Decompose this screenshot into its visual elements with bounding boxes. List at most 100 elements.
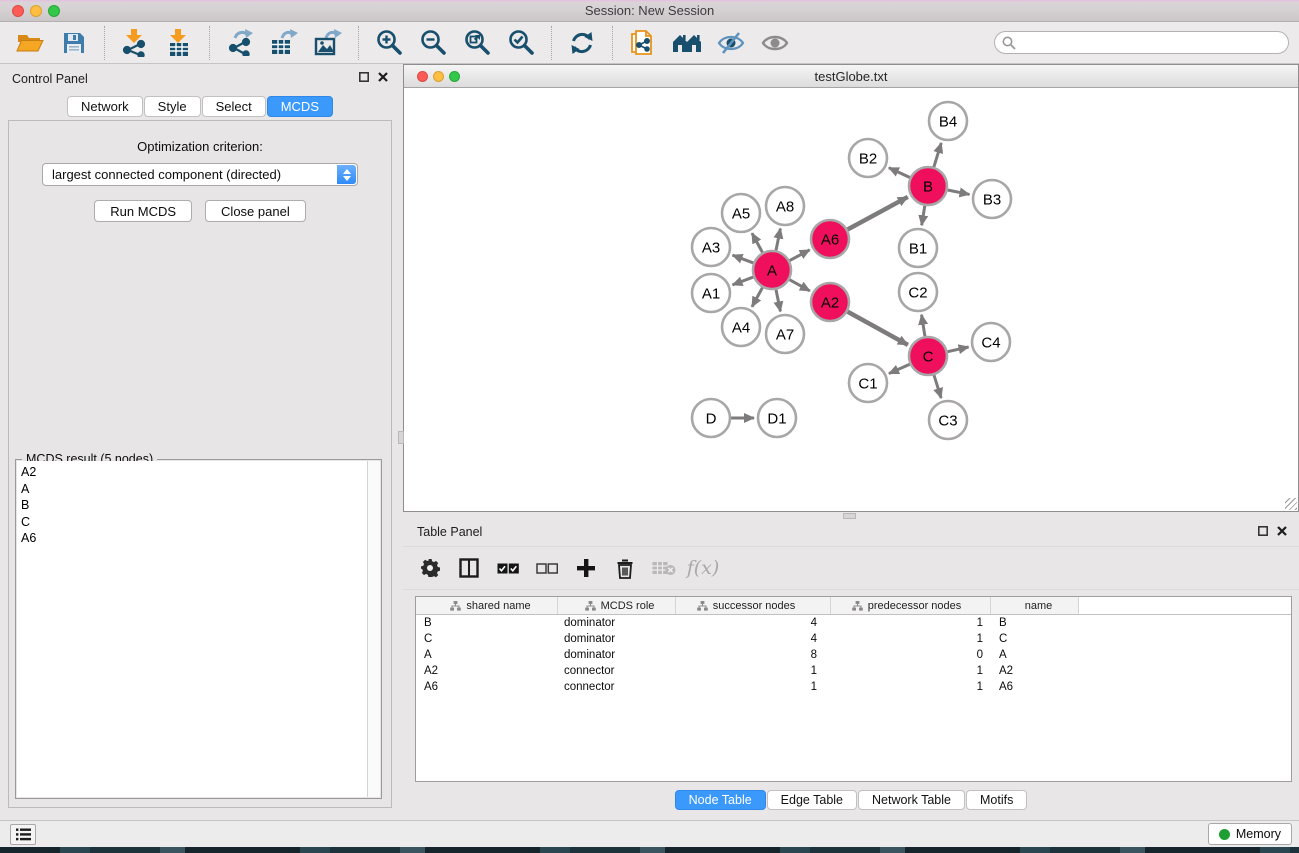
edge-C-C2[interactable] bbox=[922, 315, 925, 337]
table-tab-edge-table[interactable]: Edge Table bbox=[767, 790, 857, 810]
node-C2[interactable]: C2 bbox=[899, 273, 937, 311]
table-cell[interactable]: 4 bbox=[676, 633, 831, 645]
network-window-titlebar[interactable]: testGlobe.txt bbox=[404, 65, 1298, 88]
node-A7[interactable]: A7 bbox=[766, 315, 804, 353]
table-cell[interactable]: 0 bbox=[831, 649, 991, 661]
delete-column-button[interactable] bbox=[610, 553, 640, 583]
save-session-button[interactable] bbox=[57, 26, 91, 60]
table-cell[interactable]: B bbox=[416, 617, 558, 629]
table-cell[interactable]: dominator bbox=[558, 649, 676, 661]
table-cell[interactable]: B bbox=[991, 617, 1079, 629]
mcds-result-item[interactable]: C bbox=[21, 514, 367, 531]
new-session-from-network-button[interactable] bbox=[626, 26, 660, 60]
edge-A2-C[interactable] bbox=[848, 312, 908, 345]
hide-graphics-details-button[interactable] bbox=[714, 26, 748, 60]
table-tab-motifs[interactable]: Motifs bbox=[966, 790, 1027, 810]
memory-button[interactable]: Memory bbox=[1208, 823, 1292, 845]
column-header-predecessor-nodes[interactable]: predecessor nodes bbox=[831, 597, 991, 614]
unselect-all-button[interactable] bbox=[532, 553, 562, 583]
table-cell[interactable]: A6 bbox=[991, 681, 1079, 693]
edge-B-B2[interactable] bbox=[889, 168, 910, 178]
node-B[interactable]: B bbox=[909, 167, 947, 205]
table-row[interactable]: Bdominator41B bbox=[416, 615, 1291, 631]
table-cell[interactable]: A2 bbox=[416, 665, 558, 677]
table-tab-node-table[interactable]: Node Table bbox=[675, 790, 766, 810]
edge-B-B3[interactable] bbox=[948, 190, 970, 194]
close-panel-icon[interactable] bbox=[378, 72, 388, 82]
node-A1[interactable]: A1 bbox=[692, 274, 730, 312]
optimization-criterion-select[interactable]: largest connected component (directed) bbox=[42, 163, 358, 186]
zoom-fit-button[interactable] bbox=[460, 26, 494, 60]
export-network-button[interactable] bbox=[223, 26, 257, 60]
edge-A-A8[interactable] bbox=[776, 229, 780, 251]
node-A6[interactable]: A6 bbox=[811, 220, 849, 258]
table-cell[interactable]: 4 bbox=[676, 617, 831, 629]
node-C1[interactable]: C1 bbox=[849, 364, 887, 402]
edge-B-B1[interactable] bbox=[922, 206, 925, 226]
table-cell[interactable]: A bbox=[991, 649, 1079, 661]
table-cell[interactable]: 1 bbox=[676, 665, 831, 677]
node-D1[interactable]: D1 bbox=[758, 399, 796, 437]
zoom-selected-button[interactable] bbox=[504, 26, 538, 60]
edge-B-B4[interactable] bbox=[934, 143, 941, 167]
node-C[interactable]: C bbox=[909, 337, 947, 375]
close-table-panel-icon[interactable] bbox=[1277, 526, 1287, 536]
node-A4[interactable]: A4 bbox=[722, 308, 760, 346]
network-canvas[interactable]: B4B2BB3A8A5A6A3B1AC2A1A2A4A7C4CC1DD1C3 bbox=[404, 88, 1298, 511]
tab-mcds[interactable]: MCDS bbox=[267, 96, 333, 117]
table-tab-network-table[interactable]: Network Table bbox=[858, 790, 965, 810]
node-B1[interactable]: B1 bbox=[899, 229, 937, 267]
mcds-result-scrollbar[interactable] bbox=[367, 461, 380, 797]
node-A5[interactable]: A5 bbox=[722, 194, 760, 232]
table-cell[interactable]: dominator bbox=[558, 617, 676, 629]
table-cell[interactable]: 1 bbox=[831, 633, 991, 645]
table-cell[interactable]: 1 bbox=[831, 617, 991, 629]
table-cell[interactable]: connector bbox=[558, 665, 676, 677]
vertical-splitter-handle[interactable] bbox=[398, 431, 404, 444]
delete-table-button[interactable] bbox=[649, 553, 679, 583]
edge-C-C3[interactable] bbox=[934, 375, 941, 398]
edge-A-A1[interactable] bbox=[733, 277, 754, 285]
float-table-panel-icon[interactable] bbox=[1258, 526, 1268, 536]
import-network-button[interactable] bbox=[118, 26, 152, 60]
edge-A-A5[interactable] bbox=[752, 233, 762, 252]
mcds-result-item[interactable]: A bbox=[21, 481, 367, 498]
edge-A-A7[interactable] bbox=[776, 290, 780, 312]
edge-A-A3[interactable] bbox=[733, 255, 754, 263]
edge-C-C4[interactable] bbox=[948, 347, 969, 352]
zoom-out-button[interactable] bbox=[416, 26, 450, 60]
import-table-button[interactable] bbox=[162, 26, 196, 60]
zoom-in-button[interactable] bbox=[372, 26, 406, 60]
tab-select[interactable]: Select bbox=[202, 96, 266, 117]
table-cell[interactable]: C bbox=[416, 633, 558, 645]
mcds-result-item[interactable]: B bbox=[21, 497, 367, 514]
node-C4[interactable]: C4 bbox=[972, 323, 1010, 361]
table-cell[interactable]: dominator bbox=[558, 633, 676, 645]
function-builder-button[interactable]: f(x) bbox=[688, 553, 718, 583]
add-column-button[interactable] bbox=[571, 553, 601, 583]
table-cell[interactable]: 1 bbox=[831, 665, 991, 677]
close-panel-button[interactable]: Close panel bbox=[205, 200, 306, 222]
column-header-name[interactable]: name bbox=[991, 597, 1079, 614]
node-A3[interactable]: A3 bbox=[692, 228, 730, 266]
edge-A-A2[interactable] bbox=[790, 280, 810, 291]
column-header-shared-name[interactable]: shared name bbox=[416, 597, 558, 614]
export-image-button[interactable] bbox=[311, 26, 345, 60]
tab-network[interactable]: Network bbox=[67, 96, 143, 117]
table-cell[interactable]: 1 bbox=[676, 681, 831, 693]
show-columns-button[interactable] bbox=[454, 553, 484, 583]
search-input[interactable] bbox=[994, 31, 1289, 54]
float-panel-icon[interactable] bbox=[359, 72, 369, 82]
table-cell[interactable]: C bbox=[991, 633, 1079, 645]
node-C3[interactable]: C3 bbox=[929, 401, 967, 439]
table-cell[interactable]: A bbox=[416, 649, 558, 661]
select-all-button[interactable] bbox=[493, 553, 523, 583]
table-settings-button[interactable] bbox=[415, 553, 445, 583]
table-row[interactable]: Cdominator41C bbox=[416, 631, 1291, 647]
node-B3[interactable]: B3 bbox=[973, 180, 1011, 218]
mcds-result-item[interactable]: A2 bbox=[21, 464, 367, 481]
table-row[interactable]: A2connector11A2 bbox=[416, 663, 1291, 679]
node-A8[interactable]: A8 bbox=[766, 187, 804, 225]
open-session-button[interactable] bbox=[13, 26, 47, 60]
window-resize-grip[interactable] bbox=[1285, 498, 1297, 510]
